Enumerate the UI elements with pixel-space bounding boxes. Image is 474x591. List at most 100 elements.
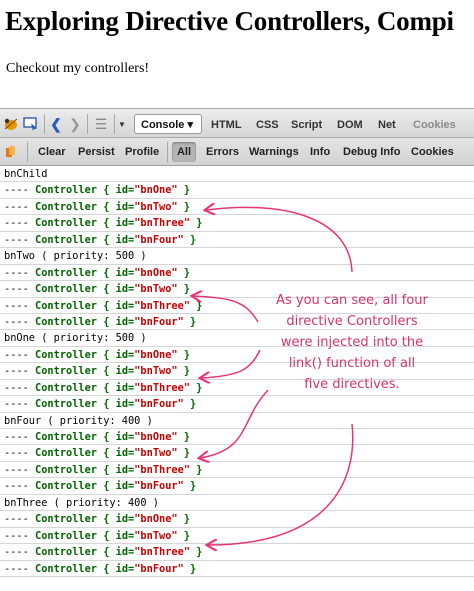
filter-warnings-button[interactable]: Warnings [249, 146, 299, 158]
object-key: id= [115, 200, 135, 213]
log-row-header: bnThree ( priority: 400 ) [0, 495, 474, 512]
object-key: id= [115, 480, 135, 493]
clear-button[interactable]: Clear [38, 146, 66, 158]
persist-button[interactable]: Persist [78, 146, 115, 158]
toolbar-separator [87, 114, 88, 134]
tab-net[interactable]: Net [378, 119, 396, 131]
dropdown-icon[interactable]: ▼ [116, 116, 128, 132]
object-value: "bnFour" [134, 480, 184, 493]
object-key: id= [115, 217, 135, 230]
object-key: id= [115, 431, 135, 443]
controller-label: Controller [35, 184, 98, 197]
object-close-brace: } [196, 546, 203, 559]
object-open-brace: { [103, 348, 110, 361]
log-prefix: ---- [4, 348, 29, 361]
log-prefix: ---- [4, 266, 29, 279]
profile-button[interactable]: Profile [125, 146, 159, 158]
controller-label: Controller [35, 217, 98, 230]
log-prefix: ---- [4, 562, 29, 575]
firebug-icon[interactable] [2, 115, 20, 133]
log-prefix: ---- [4, 381, 29, 394]
log-row-controller: ---- Controller { id="bnFour" } [0, 478, 474, 495]
log-row-header: bnFour ( priority: 400 ) [0, 413, 474, 429]
log-prefix: ---- [4, 283, 29, 296]
object-open-brace: { [103, 299, 110, 312]
object-close-brace: } [183, 365, 191, 378]
object-close-brace: } [196, 381, 203, 394]
controller-label: Controller [35, 513, 98, 526]
controller-label: Controller [35, 447, 98, 460]
object-key: id= [115, 315, 135, 328]
object-close-brace: } [196, 463, 203, 476]
object-key: id= [115, 299, 135, 312]
inspect-icon[interactable] [22, 115, 40, 133]
log-prefix: ---- [4, 365, 29, 378]
object-open-brace: { [103, 447, 110, 460]
controller-label: Controller [35, 546, 98, 559]
object-value: "bnFour" [134, 315, 184, 328]
log-prefix: ---- [4, 398, 29, 411]
object-open-brace: { [103, 200, 110, 213]
controller-label: Controller [35, 283, 98, 296]
filter-debug-info-button[interactable]: Debug Info [343, 146, 400, 158]
tab-dom[interactable]: DOM [337, 119, 363, 131]
object-value: "bnTwo" [134, 529, 178, 542]
filter-info-button[interactable]: Info [310, 146, 330, 158]
object-key: id= [115, 529, 135, 542]
log-prefix: ---- [4, 315, 29, 328]
object-open-brace: { [103, 283, 110, 296]
toolbar-separator [27, 142, 28, 162]
object-value: "bnOne" [134, 348, 178, 361]
annotation-line: were injected into the [280, 335, 424, 350]
log-row-controller: ---- Controller { id="bnFour" } [0, 232, 474, 249]
object-open-brace: { [103, 513, 110, 526]
object-value: "bnOne" [134, 184, 178, 197]
controller-label: Controller [35, 431, 98, 443]
tab-html[interactable]: HTML [211, 119, 242, 131]
object-key: id= [115, 381, 135, 394]
log-prefix: ---- [4, 233, 29, 246]
clear-console-icon[interactable] [3, 144, 19, 160]
object-value: "bnFour" [134, 233, 184, 246]
tab-console[interactable]: Console ▾ [134, 114, 202, 134]
object-close-brace: } [190, 480, 197, 493]
object-key: id= [115, 562, 135, 575]
tab-cookies[interactable]: Cookies [413, 119, 456, 131]
object-key: id= [115, 233, 135, 246]
toolbar-separator [167, 142, 168, 162]
page-subtitle: Checkout my controllers! [6, 61, 150, 76]
object-value: "bnFour" [134, 562, 184, 575]
object-close-brace: } [190, 398, 197, 411]
log-row-controller: ---- Controller { id="bnThree" } [0, 462, 474, 479]
log-row-controller: ---- Controller { id="bnThree" } [0, 544, 474, 561]
log-row-header: bnTwo ( priority: 500 ) [0, 248, 474, 265]
log-row-header: bnChild [0, 166, 474, 183]
object-open-brace: { [103, 431, 110, 443]
log-row-controller: ---- Controller { id="bnFour" } [0, 561, 474, 577]
controller-label: Controller [35, 233, 98, 246]
forward-icon[interactable]: ❯ [67, 115, 83, 133]
controller-label: Controller [35, 200, 98, 213]
object-value: "bnTwo" [134, 447, 178, 460]
object-open-brace: { [103, 266, 110, 279]
tab-css[interactable]: CSS [256, 119, 279, 131]
object-open-brace: { [103, 381, 110, 394]
filter-errors-button[interactable]: Errors [206, 146, 239, 158]
object-value: "bnThree" [134, 546, 191, 559]
object-value: "bnTwo" [134, 283, 178, 296]
filter-all-button[interactable]: All [172, 142, 196, 162]
log-prefix: ---- [4, 217, 29, 230]
object-key: id= [115, 184, 135, 197]
list-icon[interactable]: ☰ [92, 115, 110, 133]
log-prefix: ---- [4, 184, 29, 197]
controller-label: Controller [35, 299, 98, 312]
object-open-brace: { [103, 315, 110, 328]
object-close-brace: } [183, 348, 191, 361]
object-open-brace: { [103, 463, 110, 476]
tab-script[interactable]: Script [291, 119, 322, 131]
back-icon[interactable]: ❮ [48, 115, 64, 133]
filter-cookies-button[interactable]: Cookies [411, 146, 454, 158]
object-close-brace: } [190, 315, 197, 328]
object-open-brace: { [103, 480, 110, 493]
log-header-text: bnFour ( priority: 400 ) [4, 414, 153, 427]
